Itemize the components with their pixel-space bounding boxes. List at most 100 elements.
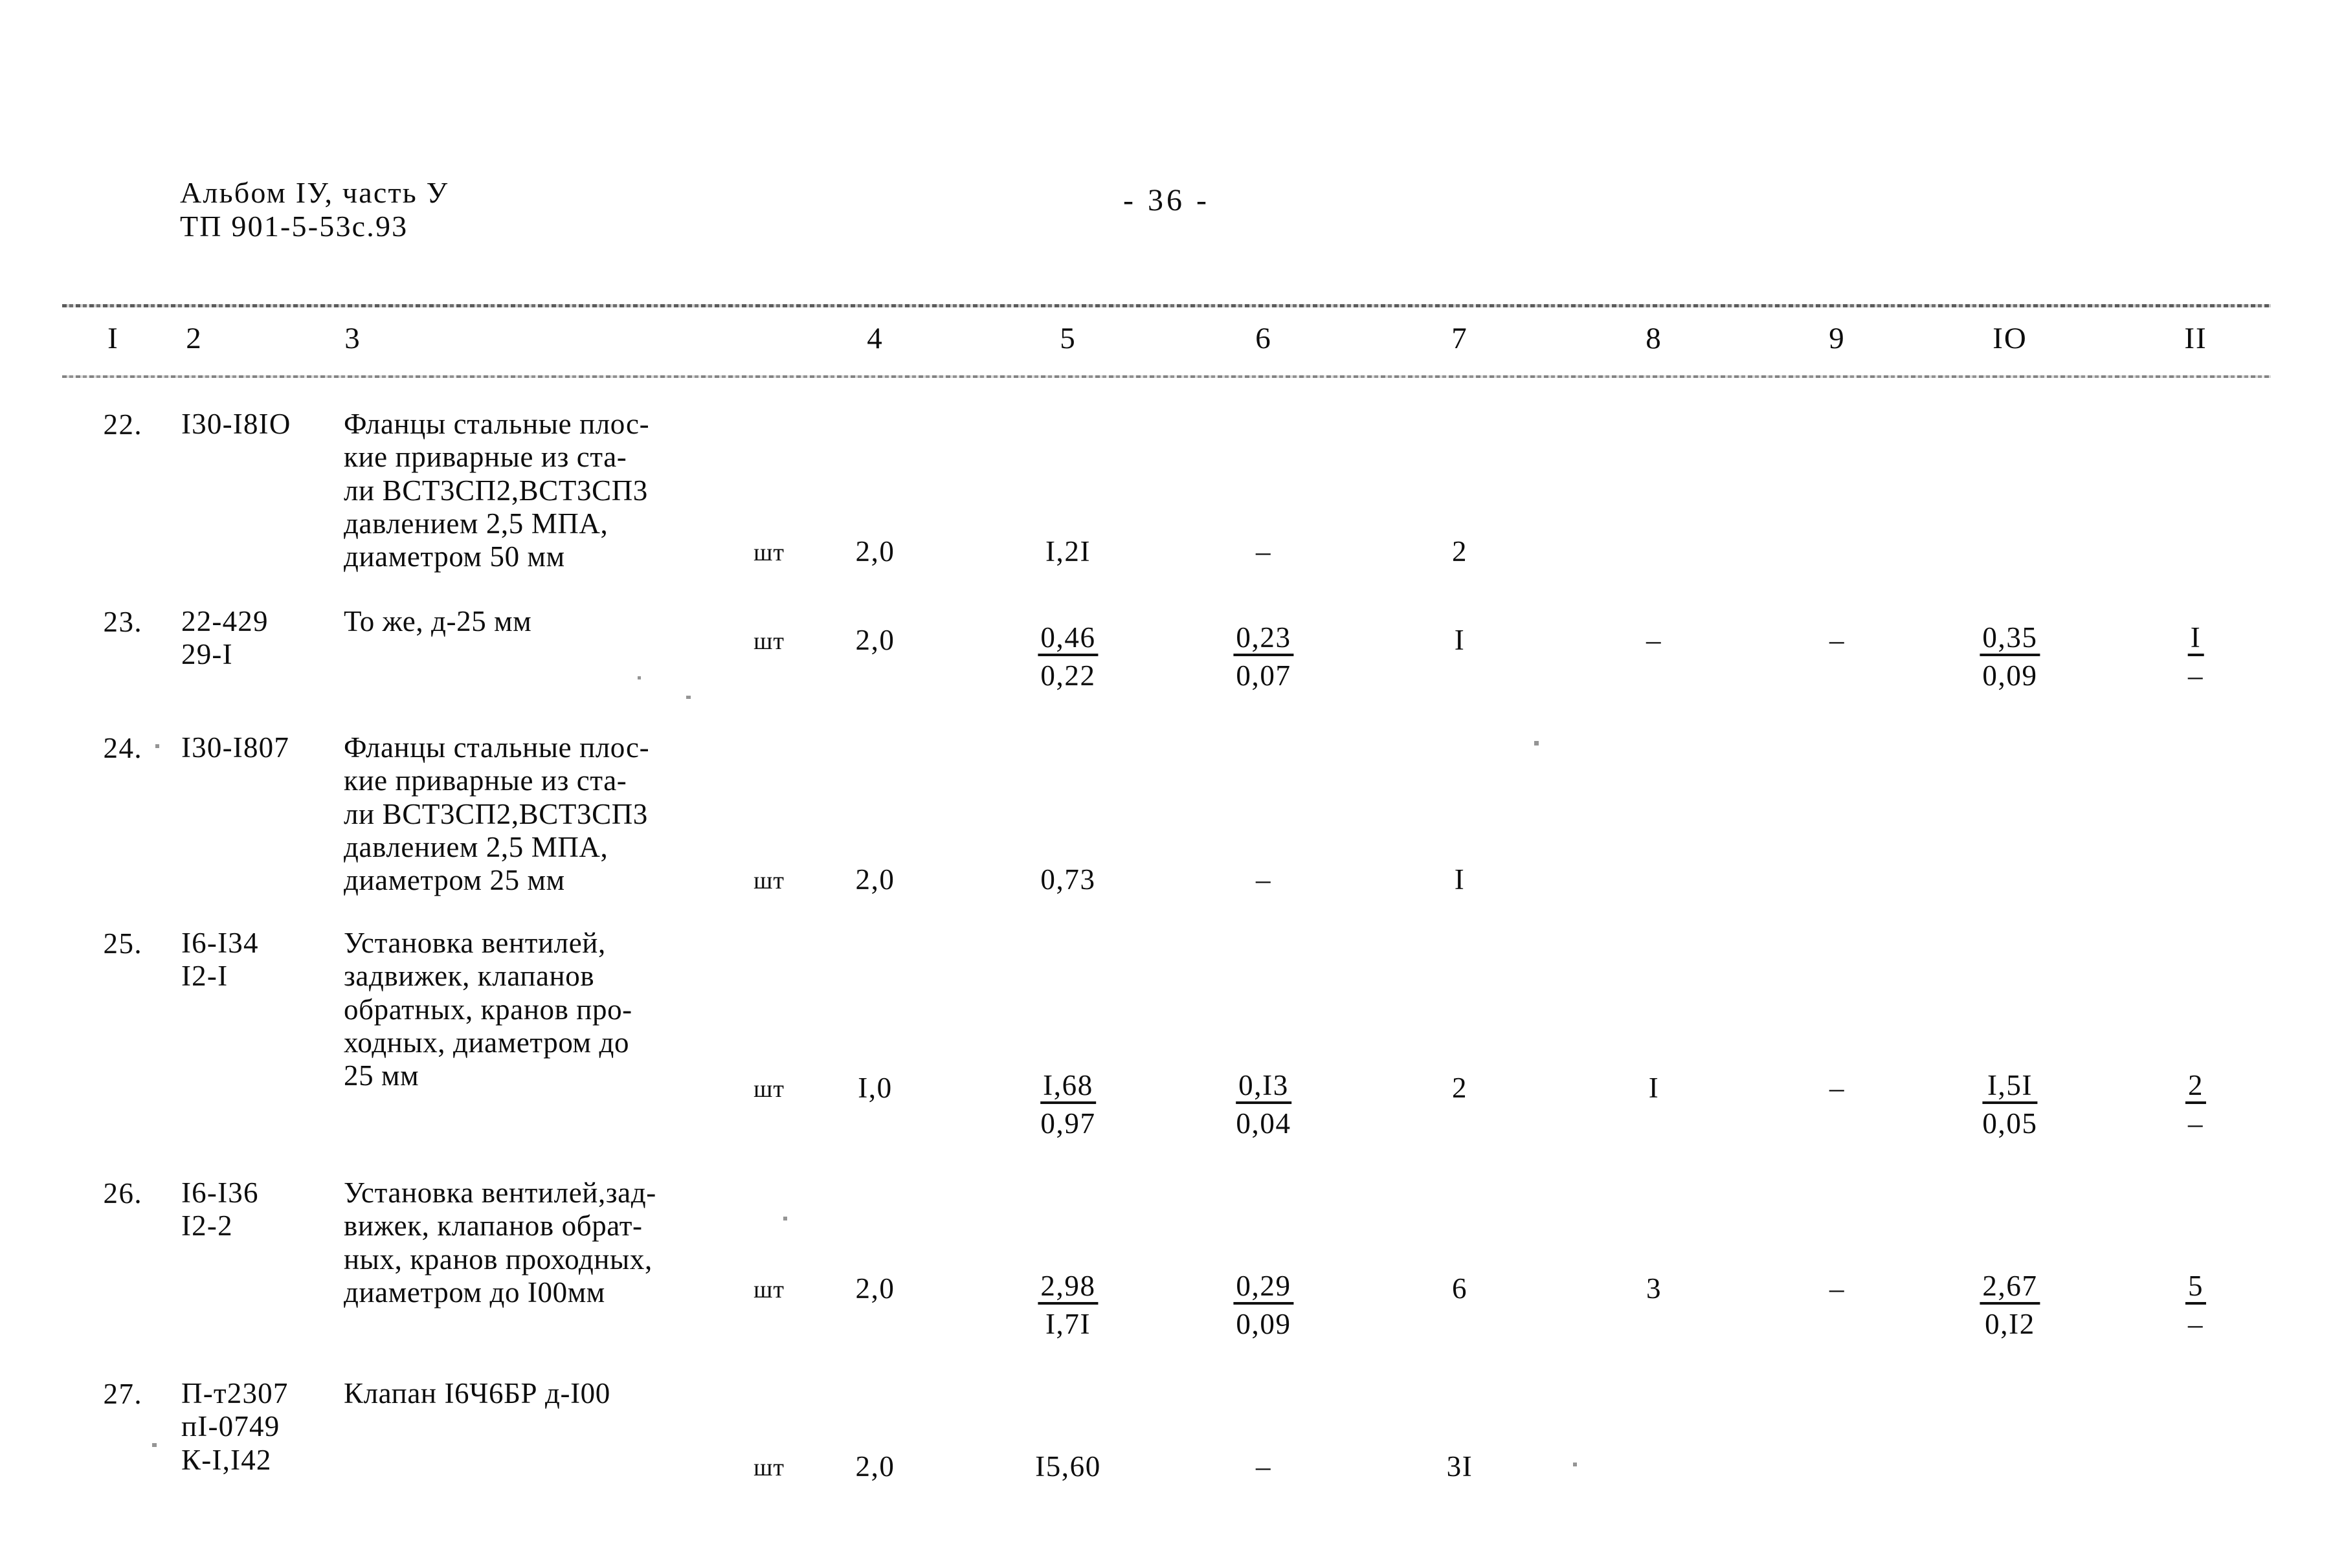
row-cell-col7: 2 (1451, 1072, 1468, 1104)
row-description: Установка вентилей, задвижек, клапанов о… (344, 927, 632, 1092)
column-header-7: 7 (1451, 322, 1468, 355)
row-cell-col5-numerator: I,68 (1040, 1071, 1096, 1104)
column-header-4: 4 (867, 322, 884, 355)
row-code: I6-I34 I2-I (181, 927, 259, 993)
table-header-rule (62, 375, 2271, 378)
row-unit: шт (753, 539, 785, 566)
row-cell-col5-numerator: 0,46 (1038, 623, 1099, 656)
table-top-rule (62, 304, 2271, 307)
row-cell-col10-numerator: 2,67 (1980, 1272, 2040, 1305)
row-cell-col4: 2,0 (855, 1450, 895, 1483)
row-description: Фланцы стальные плос- кие приварные из с… (344, 731, 650, 897)
page-number: - 36 - (1123, 183, 1210, 217)
row-cell-col11: I – (2187, 623, 2204, 692)
scan-speck (1534, 741, 1539, 745)
row-cell-col5-denominator: I,7I (1045, 1308, 1091, 1340)
row-cell-col7: I (1454, 863, 1466, 896)
column-header-I: I (107, 322, 119, 355)
row-cell-col9: – (1829, 1272, 1846, 1305)
row-cell-col6: – (1255, 863, 1272, 896)
row-item-number: 22. (103, 408, 142, 441)
row-cell-col10-denominator: 0,05 (1982, 1107, 2038, 1140)
row-cell-col11: 5– (2185, 1272, 2207, 1340)
row-cell-col11: 2– (2185, 1071, 2207, 1140)
row-cell-col6: 0,29 0,09 (1233, 1272, 1294, 1340)
document-page: Альбом IУ, часть У ТП 901-5-53с.93 - 36 … (0, 0, 2333, 1568)
row-cell-col5: I5,60 (1035, 1450, 1101, 1483)
row-cell-col9: – (1829, 1072, 1846, 1104)
row-unit: шт (753, 1276, 785, 1303)
row-cell-col11-numerator: 2 (2185, 1071, 2207, 1104)
row-cell-col11-numerator: 5 (2185, 1272, 2207, 1305)
column-header-2: 2 (186, 322, 203, 355)
row-item-number: 26. (103, 1177, 142, 1209)
column-header-3: 3 (344, 322, 361, 355)
row-cell-col5: 0,46 0,22 (1038, 623, 1099, 690)
row-unit: шт (753, 867, 785, 894)
row-cell-col11-denominator: – (2187, 1107, 2204, 1140)
row-code: I30-I807 (181, 731, 290, 764)
row-cell-col8: I (1648, 1072, 1660, 1104)
album-line: Альбом IУ, часть У (180, 176, 449, 209)
row-cell-col11-numerator: I (2187, 623, 2204, 656)
row-cell-col6: – (1255, 535, 1272, 568)
row-cell-col6: 0,I3 0,04 (1236, 1071, 1291, 1138)
column-header-5: 5 (1060, 322, 1077, 355)
row-cell-col10-denominator: 0,09 (1982, 659, 2038, 692)
row-cell-col4: 2,0 (855, 863, 895, 896)
scan-speck (152, 1443, 157, 1447)
row-item-number: 27. (103, 1378, 142, 1410)
row-item-number: 23. (103, 606, 142, 638)
row-unit: шт (753, 1454, 785, 1481)
row-cell-col7: 2 (1451, 535, 1468, 568)
row-cell-col6-numerator: 0,23 (1233, 623, 1294, 656)
row-cell-col11-denominator: – (2187, 659, 2204, 692)
row-cell-col6: 0,23 0,07 (1233, 623, 1294, 692)
row-description: Фланцы стальные плос- кие приварные из с… (344, 408, 650, 573)
row-cell-col4: I,0 (858, 1072, 893, 1104)
row-code: I30-I8IO (181, 408, 291, 440)
row-cell-col11-denominator: – (2187, 1308, 2204, 1340)
row-cell-col6-denominator: 0,09 (1236, 1308, 1291, 1340)
row-cell-col6: – (1255, 1450, 1272, 1483)
row-cell-col7: I (1454, 624, 1466, 656)
row-cell-col4: 2,0 (855, 1272, 895, 1305)
scan-speck (638, 676, 641, 679)
row-cell-col6-denominator: 0,04 (1236, 1107, 1291, 1140)
row-code: П-т2307 пI-0749 К-I,I42 (181, 1377, 289, 1476)
row-cell-col5-numerator: 2,98 (1038, 1272, 1099, 1305)
row-cell-col7: 3I (1446, 1450, 1473, 1483)
scan-speck (1573, 1463, 1577, 1466)
row-cell-col10: I,5I 0,05 (1982, 1071, 2038, 1140)
row-cell-col6-numerator: 0,I3 (1236, 1071, 1291, 1104)
scan-speck (783, 1217, 787, 1220)
row-cell-col10: 2,67 0,I2 (1980, 1272, 2040, 1339)
row-item-number: 25. (103, 927, 142, 960)
row-cell-col5: I,68 0,97 (1040, 1071, 1096, 1138)
row-cell-col9: – (1829, 624, 1846, 656)
row-unit: шт (753, 1076, 785, 1103)
row-code: 22-429 29-I (181, 605, 269, 671)
row-code: I6-I36 I2-2 (181, 1176, 259, 1242)
scan-speck (155, 744, 159, 748)
row-description: То же, д-25 мм (344, 605, 532, 637)
row-cell-col4: 2,0 (855, 624, 895, 656)
column-header-9: 9 (1829, 322, 1846, 355)
row-cell-col6-numerator: 0,29 (1233, 1272, 1294, 1305)
row-cell-col6-denominator: 0,07 (1236, 659, 1291, 692)
row-cell-col5: I,2I (1045, 535, 1091, 568)
column-header-IO: IO (1993, 322, 2027, 355)
row-cell-col5: 0,73 (1040, 863, 1096, 896)
scan-speck (686, 696, 691, 699)
document-code-line: ТП 901-5-53с.93 (180, 209, 408, 243)
row-cell-col5-denominator: 0,97 (1040, 1107, 1096, 1140)
row-unit: шт (753, 628, 785, 655)
row-item-number: 24. (103, 732, 142, 764)
row-cell-col8: 3 (1646, 1272, 1662, 1305)
row-cell-col8: – (1646, 624, 1662, 656)
column-header-II: II (2184, 322, 2207, 355)
row-cell-col5: 2,98 I,7I (1038, 1272, 1099, 1340)
document-header: Альбом IУ, часть У ТП 901-5-53с.93 (180, 176, 449, 243)
column-header-6: 6 (1255, 322, 1272, 355)
row-cell-col4: 2,0 (855, 535, 895, 568)
